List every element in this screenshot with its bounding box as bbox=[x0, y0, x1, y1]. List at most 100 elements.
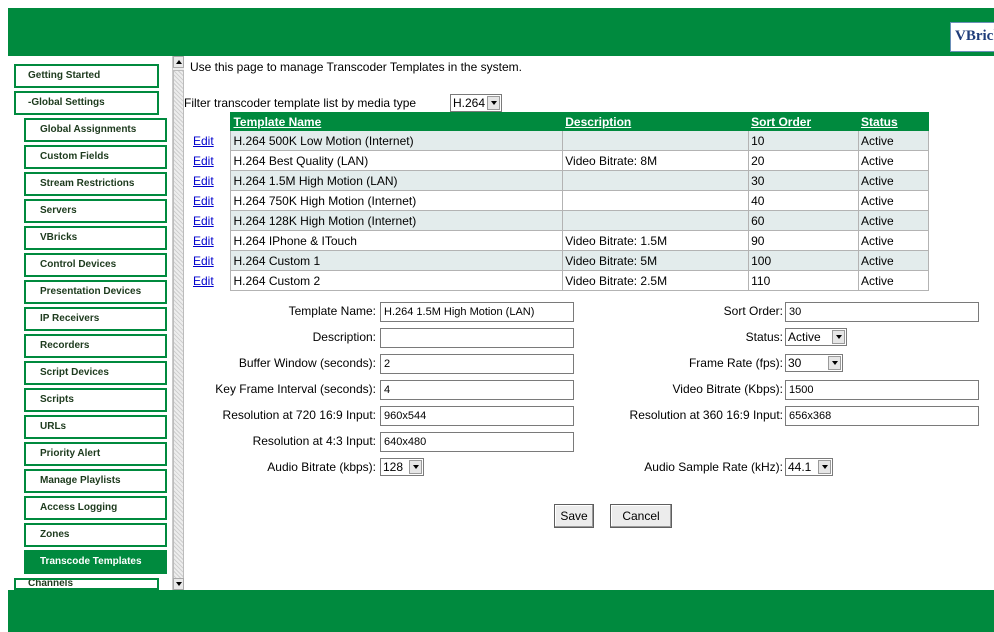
description-cell: Video Bitrate: 5M bbox=[562, 250, 750, 271]
sidebar-item-zones[interactable]: Zones bbox=[24, 523, 167, 547]
template-name-cell: H.264 IPhone & ITouch bbox=[230, 230, 564, 251]
sidebar-item-control-devices[interactable]: Control Devices bbox=[24, 253, 167, 277]
sidebar-item-channels[interactable]: Channels bbox=[14, 578, 159, 590]
sort-order-cell: 10 bbox=[748, 130, 860, 151]
edit-link[interactable]: Edit bbox=[193, 214, 214, 228]
sidebar-item-getting-started[interactable]: Getting Started bbox=[14, 64, 159, 88]
filter-label: Filter transcoder template list by media… bbox=[184, 96, 417, 110]
arrow-down-icon bbox=[176, 582, 182, 586]
template-name-label: Template Name: bbox=[288, 304, 376, 318]
template-name-field[interactable]: H.264 1.5M High Motion (LAN) bbox=[380, 302, 574, 322]
edit-link[interactable]: Edit bbox=[193, 134, 214, 148]
audio-sample-rate-select[interactable]: 44.1 bbox=[785, 458, 833, 476]
template-name-cell: H.264 Best Quality (LAN) bbox=[230, 150, 564, 171]
frame-rate-label: Frame Rate (fps): bbox=[688, 356, 783, 370]
table-header-row: Template Name Description Sort Order Sta… bbox=[191, 112, 929, 131]
key-frame-interval-label: Key Frame Interval (seconds): bbox=[215, 382, 376, 396]
scroll-up-button[interactable] bbox=[173, 56, 184, 68]
description-cell: Video Bitrate: 1.5M bbox=[562, 230, 750, 251]
sidebar-item-global-assignments[interactable]: Global Assignments bbox=[24, 118, 167, 142]
sidebar-item-recorders[interactable]: Recorders bbox=[24, 334, 167, 358]
column-header-template-name[interactable]: Template Name bbox=[230, 112, 564, 131]
header-bar: VBrick bbox=[8, 8, 994, 56]
media-type-filter-select[interactable]: H.264 bbox=[450, 94, 502, 112]
sidebar-scrollbar[interactable] bbox=[172, 56, 184, 590]
sidebar-nav: Getting Started -Global Settings Global … bbox=[8, 56, 172, 590]
template-name-cell: H.264 128K High Motion (Internet) bbox=[230, 210, 564, 231]
audio-bitrate-value: 128 bbox=[383, 460, 404, 474]
table-row: Edit H.264 1.5M High Motion (LAN) 30 Act… bbox=[191, 170, 929, 191]
sort-order-cell: 60 bbox=[748, 210, 860, 231]
frame-rate-select[interactable]: 30 bbox=[785, 354, 843, 372]
chevron-down-icon bbox=[832, 330, 845, 344]
resolution-360-field[interactable]: 656x368 bbox=[785, 406, 979, 426]
sidebar-item-ip-receivers[interactable]: IP Receivers bbox=[24, 307, 167, 331]
sidebar-item-presentation-devices[interactable]: Presentation Devices bbox=[24, 280, 167, 304]
table-row: Edit H.264 750K High Motion (Internet) 4… bbox=[191, 190, 929, 211]
scroll-down-button[interactable] bbox=[173, 578, 184, 590]
status-cell: Active bbox=[858, 130, 929, 151]
sort-order-cell: 40 bbox=[748, 190, 860, 211]
edit-cell: Edit bbox=[191, 150, 231, 171]
footer-bar bbox=[8, 590, 994, 632]
status-cell: Active bbox=[858, 230, 929, 251]
description-cell bbox=[562, 170, 750, 191]
buffer-window-field[interactable]: 2 bbox=[380, 354, 574, 374]
templates-table: Template Name Description Sort Order Sta… bbox=[191, 112, 929, 291]
resolution-360-label: Resolution at 360 16:9 Input: bbox=[629, 408, 783, 422]
status-cell: Active bbox=[858, 270, 929, 291]
sidebar-item-access-logging[interactable]: Access Logging bbox=[24, 496, 167, 520]
sidebar-item-global-settings[interactable]: -Global Settings bbox=[14, 91, 159, 115]
edit-cell: Edit bbox=[191, 190, 231, 211]
edit-link[interactable]: Edit bbox=[193, 154, 214, 168]
column-header-description[interactable]: Description bbox=[562, 112, 750, 131]
template-name-cell: H.264 750K High Motion (Internet) bbox=[230, 190, 564, 211]
description-field[interactable] bbox=[380, 328, 574, 348]
column-header-sort-order[interactable]: Sort Order bbox=[748, 112, 860, 131]
edit-cell: Edit bbox=[191, 250, 231, 271]
sidebar-item-custom-fields[interactable]: Custom Fields bbox=[24, 145, 167, 169]
status-label: Status: bbox=[745, 330, 783, 344]
description-label: Description: bbox=[312, 330, 376, 344]
edit-link[interactable]: Edit bbox=[193, 174, 214, 188]
sort-order-cell: 30 bbox=[748, 170, 860, 191]
sort-order-field[interactable]: 30 bbox=[785, 302, 979, 322]
edit-link[interactable]: Edit bbox=[193, 234, 214, 248]
status-select[interactable]: Active bbox=[785, 328, 847, 346]
chevron-down-icon bbox=[818, 460, 831, 474]
save-button[interactable]: Save bbox=[554, 504, 594, 528]
media-type-filter-value: H.264 bbox=[453, 96, 486, 110]
edit-link[interactable]: Edit bbox=[193, 274, 214, 288]
sort-order-cell: 110 bbox=[748, 270, 860, 291]
sidebar-item-servers[interactable]: Servers bbox=[24, 199, 167, 223]
resolution-720-field[interactable]: 960x544 bbox=[380, 406, 574, 426]
sort-order-cell: 20 bbox=[748, 150, 860, 171]
resolution-43-label: Resolution at 4:3 Input: bbox=[252, 434, 376, 448]
audio-sample-rate-value: 44.1 bbox=[788, 460, 812, 474]
audio-bitrate-select[interactable]: 128 bbox=[380, 458, 424, 476]
sidebar-item-manage-playlists[interactable]: Manage Playlists bbox=[24, 469, 167, 493]
resolution-43-field[interactable]: 640x480 bbox=[380, 432, 574, 452]
description-cell: Video Bitrate: 8M bbox=[562, 150, 750, 171]
edit-cell: Edit bbox=[191, 170, 231, 191]
chevron-down-icon bbox=[487, 96, 500, 110]
sidebar-item-stream-restrictions[interactable]: Stream Restrictions bbox=[24, 172, 167, 196]
sidebar-item-urls[interactable]: URLs bbox=[24, 415, 167, 439]
sidebar-item-transcode-templates[interactable]: Transcode Templates bbox=[24, 550, 167, 574]
sidebar-item-vbricks[interactable]: VBricks bbox=[24, 226, 167, 250]
key-frame-interval-field[interactable]: 4 bbox=[380, 380, 574, 400]
template-name-cell: H.264 1.5M High Motion (LAN) bbox=[230, 170, 564, 191]
edit-link[interactable]: Edit bbox=[193, 194, 214, 208]
sidebar-item-scripts[interactable]: Scripts bbox=[24, 388, 167, 412]
main-content: Use this page to manage Transcoder Templ… bbox=[184, 56, 994, 590]
cancel-button[interactable]: Cancel bbox=[610, 504, 672, 528]
sidebar-item-script-devices[interactable]: Script Devices bbox=[24, 361, 167, 385]
status-cell: Active bbox=[858, 250, 929, 271]
chevron-down-icon bbox=[409, 460, 422, 474]
app-frame: VBrick Getting Started -Global Settings … bbox=[8, 8, 994, 632]
scroll-thumb[interactable] bbox=[173, 70, 184, 586]
edit-link[interactable]: Edit bbox=[193, 254, 214, 268]
column-header-status[interactable]: Status bbox=[858, 112, 929, 131]
video-bitrate-field[interactable]: 1500 bbox=[785, 380, 979, 400]
sidebar-item-priority-alert[interactable]: Priority Alert bbox=[24, 442, 167, 466]
